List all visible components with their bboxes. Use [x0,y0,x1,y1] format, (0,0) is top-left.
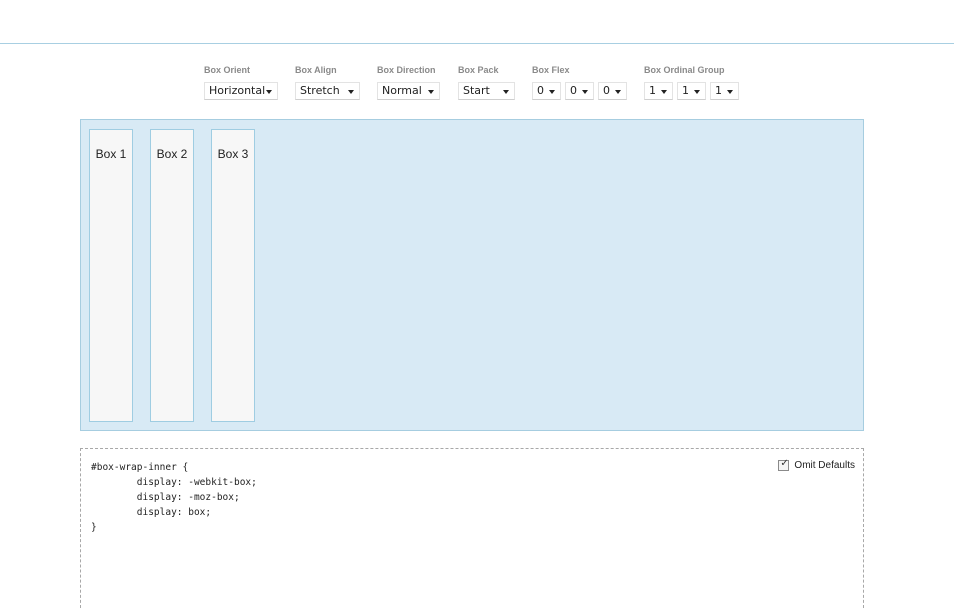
box-align-value: Stretch [300,84,340,97]
box-ordinal-group-select-2[interactable]: 1 [677,82,706,100]
box-direction-value: Normal [382,84,422,97]
box-ordinal-group-value-1: 1 [649,84,656,97]
omit-defaults-option[interactable]: ✓ Omit Defaults [778,458,855,471]
omit-defaults-checkbox[interactable]: ✓ [778,458,790,471]
box-ordinal-group-select-1[interactable]: 1 [644,82,673,100]
chevron-down-icon [727,90,733,94]
box-direction-label: Box Direction [377,65,436,75]
box-orient-control: Box Orient Horizontal [204,64,278,100]
box-flex-control: Box Flex 0 0 0 [532,64,627,100]
box-align-label: Box Align [295,65,337,75]
chevron-down-icon [615,90,621,94]
box-ordinal-group-select-3[interactable]: 1 [710,82,739,100]
preview-box-2-label: Box 2 [156,147,188,161]
box-direction-select[interactable]: Normal [377,82,440,100]
preview-box-3: Box 3 [211,129,255,422]
chevron-down-icon [694,90,700,94]
preview-box-3-label: Box 3 [217,147,249,161]
box-ordinal-group-control: Box Ordinal Group 1 1 1 [644,64,739,100]
box-pack-select[interactable]: Start [458,82,515,100]
box-flex-select-3[interactable]: 0 [598,82,627,100]
box-flex-label: Box Flex [532,65,570,75]
box-ordinal-group-value-2: 1 [682,84,689,97]
box-pack-control: Box Pack Start [458,64,515,100]
box-align-select[interactable]: Stretch [295,82,360,100]
box-direction-control: Box Direction Normal [377,64,440,100]
controls-bar: Box Orient Horizontal Box Align Stretch … [0,64,954,104]
box-pack-label: Box Pack [458,65,499,75]
box-orient-select[interactable]: Horizontal [204,82,278,100]
box-orient-label: Box Orient [204,65,251,75]
css-code-output[interactable]: #box-wrap-inner { display: -webkit-box; … [91,460,257,535]
omit-defaults-label: Omit Defaults [794,460,855,471]
box-flex-value-2: 0 [570,84,577,97]
chevron-down-icon [582,90,588,94]
box-align-control: Box Align Stretch [295,64,360,100]
css-output-panel: #box-wrap-inner { display: -webkit-box; … [80,448,864,608]
box-flex-value-1: 0 [537,84,544,97]
box-orient-value: Horizontal [209,84,266,97]
chevron-down-icon [428,90,434,94]
box-ordinal-group-value-3: 1 [715,84,722,97]
box-flex-select-1[interactable]: 0 [532,82,561,100]
flexbox-preview-stage: Box 1 Box 2 Box 3 [80,119,864,431]
preview-box-2: Box 2 [150,129,194,422]
box-ordinal-group-label: Box Ordinal Group [644,65,725,75]
preview-box-1: Box 1 [89,129,133,422]
chevron-down-icon [348,90,354,94]
chevron-down-icon [549,90,555,94]
box-flex-select-2[interactable]: 0 [565,82,594,100]
checkmark-icon: ✓ [780,458,789,469]
chevron-down-icon [661,90,667,94]
header-divider [0,43,954,44]
preview-box-1-label: Box 1 [95,147,127,161]
chevron-down-icon [503,90,509,94]
box-pack-value: Start [463,84,490,97]
box-flex-value-3: 0 [603,84,610,97]
chevron-down-icon [266,90,272,94]
